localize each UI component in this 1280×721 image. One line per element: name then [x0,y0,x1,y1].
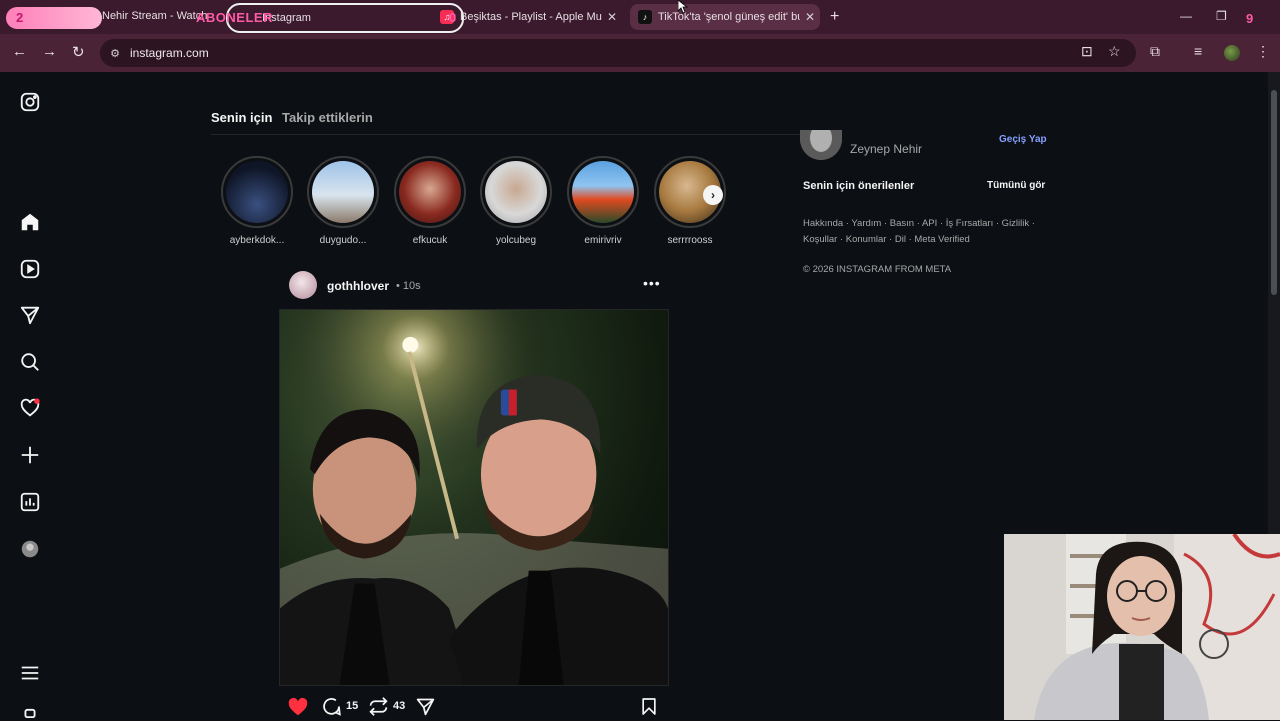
story-ring [394,156,466,228]
stories-tray: ayberkdok... duygudo... efkucuk yolcubeg… [218,156,738,246]
new-tab-plus-icon[interactable]: + [830,8,839,26]
extensions-icon[interactable]: ⧉ [1150,43,1160,60]
webcam-overlay [1004,534,1280,720]
address-bar[interactable]: ⚙ instagram.com [100,39,1136,67]
tab-title: Beşiktas - Playlist - Apple Music [460,11,602,23]
instagram-logo-icon[interactable] [19,91,41,113]
story-ring [307,156,379,228]
tiktok-icon: ♪ [638,10,652,24]
story-ring [480,156,552,228]
more-hamburger-icon[interactable] [19,662,41,684]
story-username: efkucuk [412,235,448,246]
reload-icon[interactable]: ↻ [72,43,85,61]
direct-messages-icon[interactable] [19,304,41,326]
suggestions-title: Senin için önerilenler [803,180,915,192]
more-menu-icon[interactable]: ⋮ [1256,43,1270,60]
close-icon[interactable]: ✕ [800,10,820,24]
story-item[interactable]: emirivriv [564,156,642,246]
tab-tiktok[interactable]: ♪ TikTok'ta 'şenol güneş edit' bul ✕ [630,4,820,30]
story-item[interactable]: yolcubeg [477,156,555,246]
story-avatar [312,161,374,223]
scrollbar-thumb[interactable] [1271,90,1277,295]
post-more-options-icon[interactable]: ••• [643,275,661,291]
overlay-nine: 9 [1246,11,1254,26]
tab-following[interactable]: Takip ettiklerin [282,110,373,125]
repost-icon[interactable] [368,696,389,720]
story-username: serrrrooss [667,235,713,246]
story-username: duygudo... [319,235,367,246]
story-avatar [485,161,547,223]
story-username: yolcubeg [495,235,537,246]
switch-account-link[interactable]: Geçiş Yap [999,134,1047,145]
minimize-icon[interactable]: — [1180,9,1192,23]
story-username: emirivriv [584,235,622,246]
install-app-icon[interactable]: ⊡ [1081,43,1093,60]
create-plus-icon[interactable] [19,444,41,466]
footer-links-line-1[interactable]: Hakkında · Yardım · Basın · API · İş Fır… [803,216,1043,232]
own-profile-name: Zeynep Nehir [850,142,923,156]
comment-count: 15 [346,700,359,712]
profile-avatar-icon[interactable] [1224,45,1240,61]
threads-icon[interactable] [19,708,41,718]
tab-for-you[interactable]: Senin için [211,110,272,125]
site-info-icon[interactable]: ⚙ [100,47,130,60]
repost-count: 43 [393,700,406,712]
tab-apple-music[interactable]: ♫ Beşiktas - Playlist - Apple Music ✕ [432,4,622,30]
story-avatar [572,161,634,223]
story-avatar [399,161,461,223]
profile-avatar-nav-icon[interactable] [19,538,41,560]
restore-icon[interactable]: ❐ [1216,9,1227,23]
overlay-abone-label: ABONELER [196,10,273,25]
save-bookmark-icon[interactable] [639,696,659,720]
heart-filled-icon[interactable] [287,696,309,721]
footer-links[interactable]: Hakkında · Yardım · Basın · API · İş Fır… [803,216,1043,248]
browser-tab-strip: 2 Nehir Stream - Watch Instagram ✕ ABONE… [0,0,1280,34]
story-username: ayberkdok... [229,235,285,246]
post-author-avatar[interactable] [289,271,317,299]
overlay-zero: 0 [449,10,457,25]
search-icon[interactable] [19,351,41,373]
post-actions: 15 43 [287,696,661,718]
url-text: instagram.com [130,46,209,60]
back-arrow-icon[interactable]: ← [12,43,27,60]
comment-icon[interactable] [321,696,342,720]
story-item[interactable]: duygudo... [304,156,382,246]
tab-nehir-stream[interactable]: 2 Nehir Stream - Watch [4,4,218,30]
bookmark-star-icon[interactable]: ☆ [1108,43,1121,60]
mouse-cursor-icon [677,0,689,17]
feed-divider [211,134,801,135]
story-ring [567,156,639,228]
share-send-icon[interactable] [415,696,436,720]
forward-arrow-icon[interactable]: → [42,43,57,60]
stories-next-chevron-icon[interactable]: › [703,185,723,205]
story-ring [221,156,293,228]
browser-toolbar: ← → ↻ ⚙ instagram.com ⊡ ☆ ⧉ ≡ ⋮ [0,34,1280,72]
notifications-heart-icon[interactable] [19,397,41,419]
feed-tabs: Senin için Takip ettiklerin [211,110,373,125]
tab-title: Nehir Stream - Watch [102,10,208,22]
story-avatar [226,161,288,223]
see-all-link[interactable]: Tümünü gör [987,180,1045,191]
story-item[interactable]: ayberkdok... [218,156,296,246]
post-header: gothhlover • 10s ••• [289,271,661,301]
overlay-number: 2 [16,10,24,25]
home-icon[interactable] [19,211,41,233]
post-image[interactable] [279,309,669,686]
copyright-text: © 2026 INSTAGRAM FROM META [803,264,952,275]
post-username[interactable]: gothhlover [327,279,389,293]
story-item[interactable]: efkucuk [391,156,469,246]
reading-list-icon[interactable]: ≡ [1194,43,1202,59]
dashboard-icon[interactable] [19,491,41,513]
footer-links-line-2[interactable]: Koşullar · Konumlar · Dil · Meta Verifie… [803,232,1043,248]
reels-icon[interactable] [19,258,41,280]
post-time: • 10s [396,280,421,292]
close-icon[interactable]: ✕ [602,10,622,24]
left-nav [0,72,62,720]
